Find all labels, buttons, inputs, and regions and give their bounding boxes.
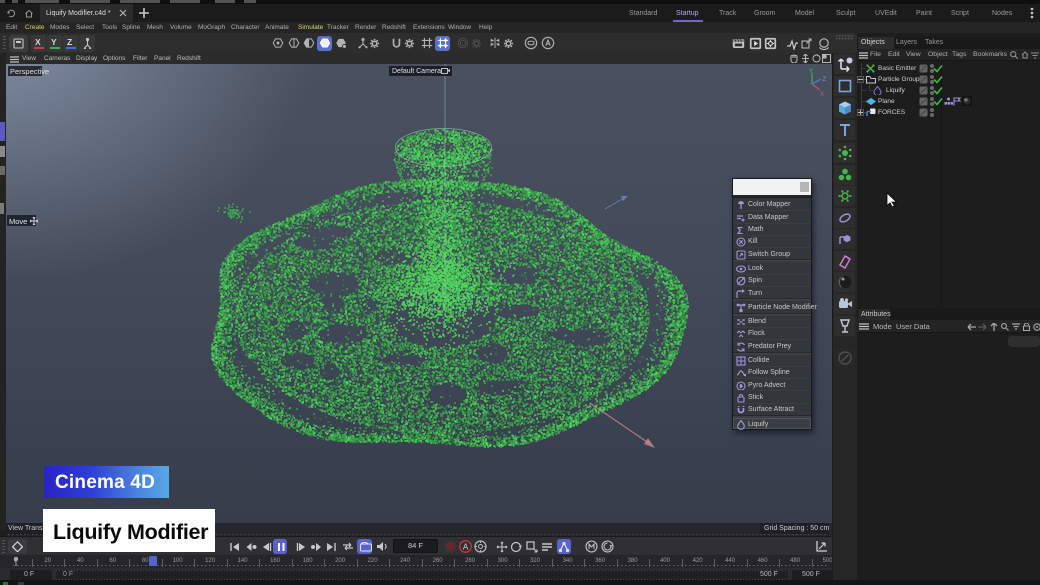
svg-text:Z: Z bbox=[823, 77, 827, 83]
svg-text:Σ: Σ bbox=[737, 226, 743, 235]
svg-text:X: X bbox=[820, 92, 824, 96]
svg-text:A: A bbox=[463, 543, 469, 552]
svg-text:Y: Y bbox=[809, 69, 813, 75]
